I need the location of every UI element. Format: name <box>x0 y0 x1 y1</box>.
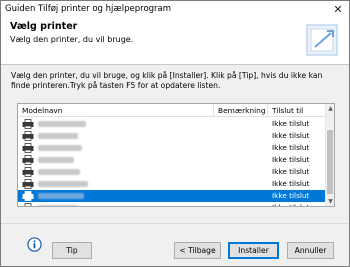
instructions-text: Vælg den printer, du vil bruge, og klik … <box>11 71 323 90</box>
wizard-body: Vælg den printer, du vil bruge, og klik … <box>1 65 349 266</box>
column-header-remark[interactable]: Bemærkning <box>214 104 268 116</box>
list-scrollbar[interactable]: ▲ ▼ <box>325 104 334 206</box>
wizard-window: Guiden Tilføj printer og hjælpeprogram ✕… <box>0 0 350 267</box>
list-item[interactable]: Ikke tilslut <box>18 190 325 202</box>
printer-icon <box>22 155 34 165</box>
printer-icon <box>22 191 34 201</box>
connection-status: Ikke tilslut <box>272 155 310 164</box>
connection-status: Ikke tilslut <box>272 119 310 128</box>
page-title: Vælg printer <box>10 21 78 32</box>
wizard-header: Vælg printer Vælg den printer, du vil br… <box>1 17 349 65</box>
connection-status: Ikke tilslut <box>272 179 310 188</box>
column-header-connect[interactable]: Tilslut til <box>268 104 325 116</box>
title-bar: Guiden Tilføj printer og hjælpeprogram ✕ <box>1 1 349 17</box>
info-icon <box>27 237 42 252</box>
scroll-thumb[interactable] <box>327 130 333 194</box>
list-header: Modelnavn Bemærkning Tilslut til <box>18 104 325 117</box>
divider <box>1 223 349 224</box>
model-name-redacted <box>38 193 84 199</box>
printer-icon <box>24 203 32 206</box>
list-item[interactable]: Ikke tilslut <box>18 202 325 206</box>
cancel-button[interactable]: Annuller <box>287 242 334 259</box>
window-title: Guiden Tilføj printer og hjælpeprogram <box>5 4 172 14</box>
printer-icon <box>22 143 34 153</box>
printer-icon <box>22 179 34 189</box>
connection-status: Ikke tilslut <box>272 167 310 176</box>
column-header-model[interactable]: Modelnavn <box>18 104 214 116</box>
model-name-redacted <box>38 145 82 151</box>
back-button[interactable]: < Tilbage <box>174 242 221 259</box>
printer-list[interactable]: Modelnavn Bemærkning Tilslut til Ikke ti… <box>17 103 335 207</box>
printer-icon <box>22 167 34 177</box>
close-icon[interactable]: ✕ <box>331 2 345 16</box>
install-button[interactable]: Installer <box>228 242 279 259</box>
connection-status: Ikke tilslut <box>272 143 310 152</box>
list-item[interactable]: Ikke tilslut <box>18 130 325 142</box>
list-item[interactable]: Ikke tilslut <box>18 178 325 190</box>
model-name-redacted <box>38 121 86 127</box>
list-rows: Ikke tilslut Ikke tilslut Ikke tilslut Ikke… <box>18 118 325 206</box>
connection-status: Ikke tilslut <box>272 191 310 200</box>
connection-status: Ikke tilslut <box>272 203 309 206</box>
list-item[interactable]: Ikke tilslut <box>18 142 325 154</box>
model-name-redacted <box>38 181 88 187</box>
model-name-redacted <box>38 205 78 206</box>
list-item[interactable]: Ikke tilslut <box>18 118 325 130</box>
list-item[interactable]: Ikke tilslut <box>18 154 325 166</box>
model-name-redacted <box>38 133 78 139</box>
page-subtitle: Vælg den printer, du vil bruge. <box>10 35 134 44</box>
scroll-up-icon[interactable]: ▲ <box>326 104 334 113</box>
model-name-redacted <box>38 157 74 163</box>
wizard-header-icon <box>306 24 338 56</box>
printer-icon <box>22 131 34 141</box>
tip-button[interactable]: Tip <box>52 242 92 259</box>
list-item[interactable]: Ikke tilslut <box>18 166 325 178</box>
printer-icon <box>22 119 34 129</box>
model-name-redacted <box>38 169 80 175</box>
scroll-down-icon[interactable]: ▼ <box>326 197 334 206</box>
connection-status: Ikke tilslut <box>272 131 310 140</box>
